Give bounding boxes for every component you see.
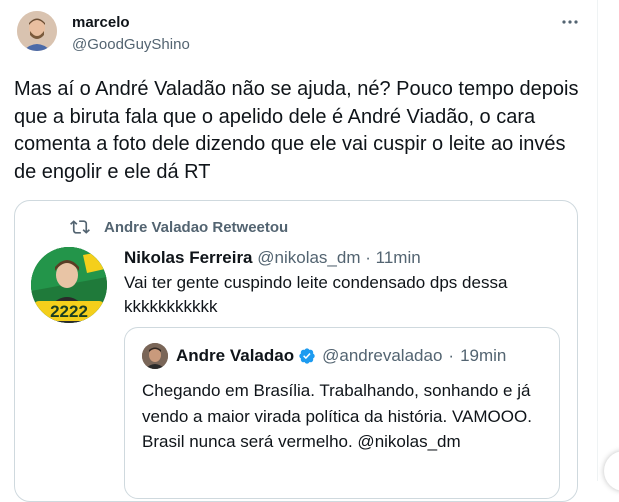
embedded-author-name[interactable]: Nikolas Ferreira (124, 248, 253, 267)
avatar-badge: 2222 (50, 302, 88, 321)
embedded-author-handle[interactable]: @nikolas_dm (257, 248, 360, 267)
more-dots-icon[interactable] (559, 12, 581, 32)
valadao-avatar-image (142, 343, 168, 369)
valadao-avatar[interactable] (142, 343, 168, 369)
column-divider (597, 0, 598, 481)
quoted-separator-dot: · (448, 346, 455, 365)
retweet-icon (70, 220, 90, 234)
retweet-context: Andre Valadao Retweetou (70, 216, 288, 238)
avatar-portrait (17, 11, 57, 51)
quoted-author-name[interactable]: Andre Valadao (176, 346, 294, 366)
tweet-text: Mas aí o André Valadão não se ajuda, né?… (14, 78, 579, 183)
nikolas-avatar-image: 2222 (31, 247, 107, 323)
embedded-time[interactable]: 11min (376, 248, 421, 267)
author-avatar[interactable] (17, 11, 57, 51)
floating-action-button[interactable] (604, 451, 619, 491)
quoted-tweet-text: Chegando em Brasília. Trabalhando, sonha… (142, 381, 532, 451)
embedded-tweet-text: Vai ter gente cuspindo leite condensado … (124, 273, 508, 316)
author-handle[interactable]: @GoodGuyShino (72, 36, 190, 53)
quoted-time[interactable]: 19min (460, 346, 506, 366)
separator-dot: · (365, 248, 371, 267)
verified-badge-icon (299, 348, 315, 364)
author-name[interactable]: marcelo (72, 14, 130, 31)
nikolas-avatar[interactable]: 2222 (31, 247, 107, 323)
quoted-tweet-header: Andre Valadao @andrevaladao · 19min (176, 346, 506, 366)
retweet-label[interactable]: Andre Valadao Retweetou (104, 219, 288, 236)
quoted-author-handle[interactable]: @andrevaladao (322, 346, 442, 366)
embedded-tweet-header: Nikolas Ferreira @nikolas_dm · 11min (124, 248, 421, 268)
